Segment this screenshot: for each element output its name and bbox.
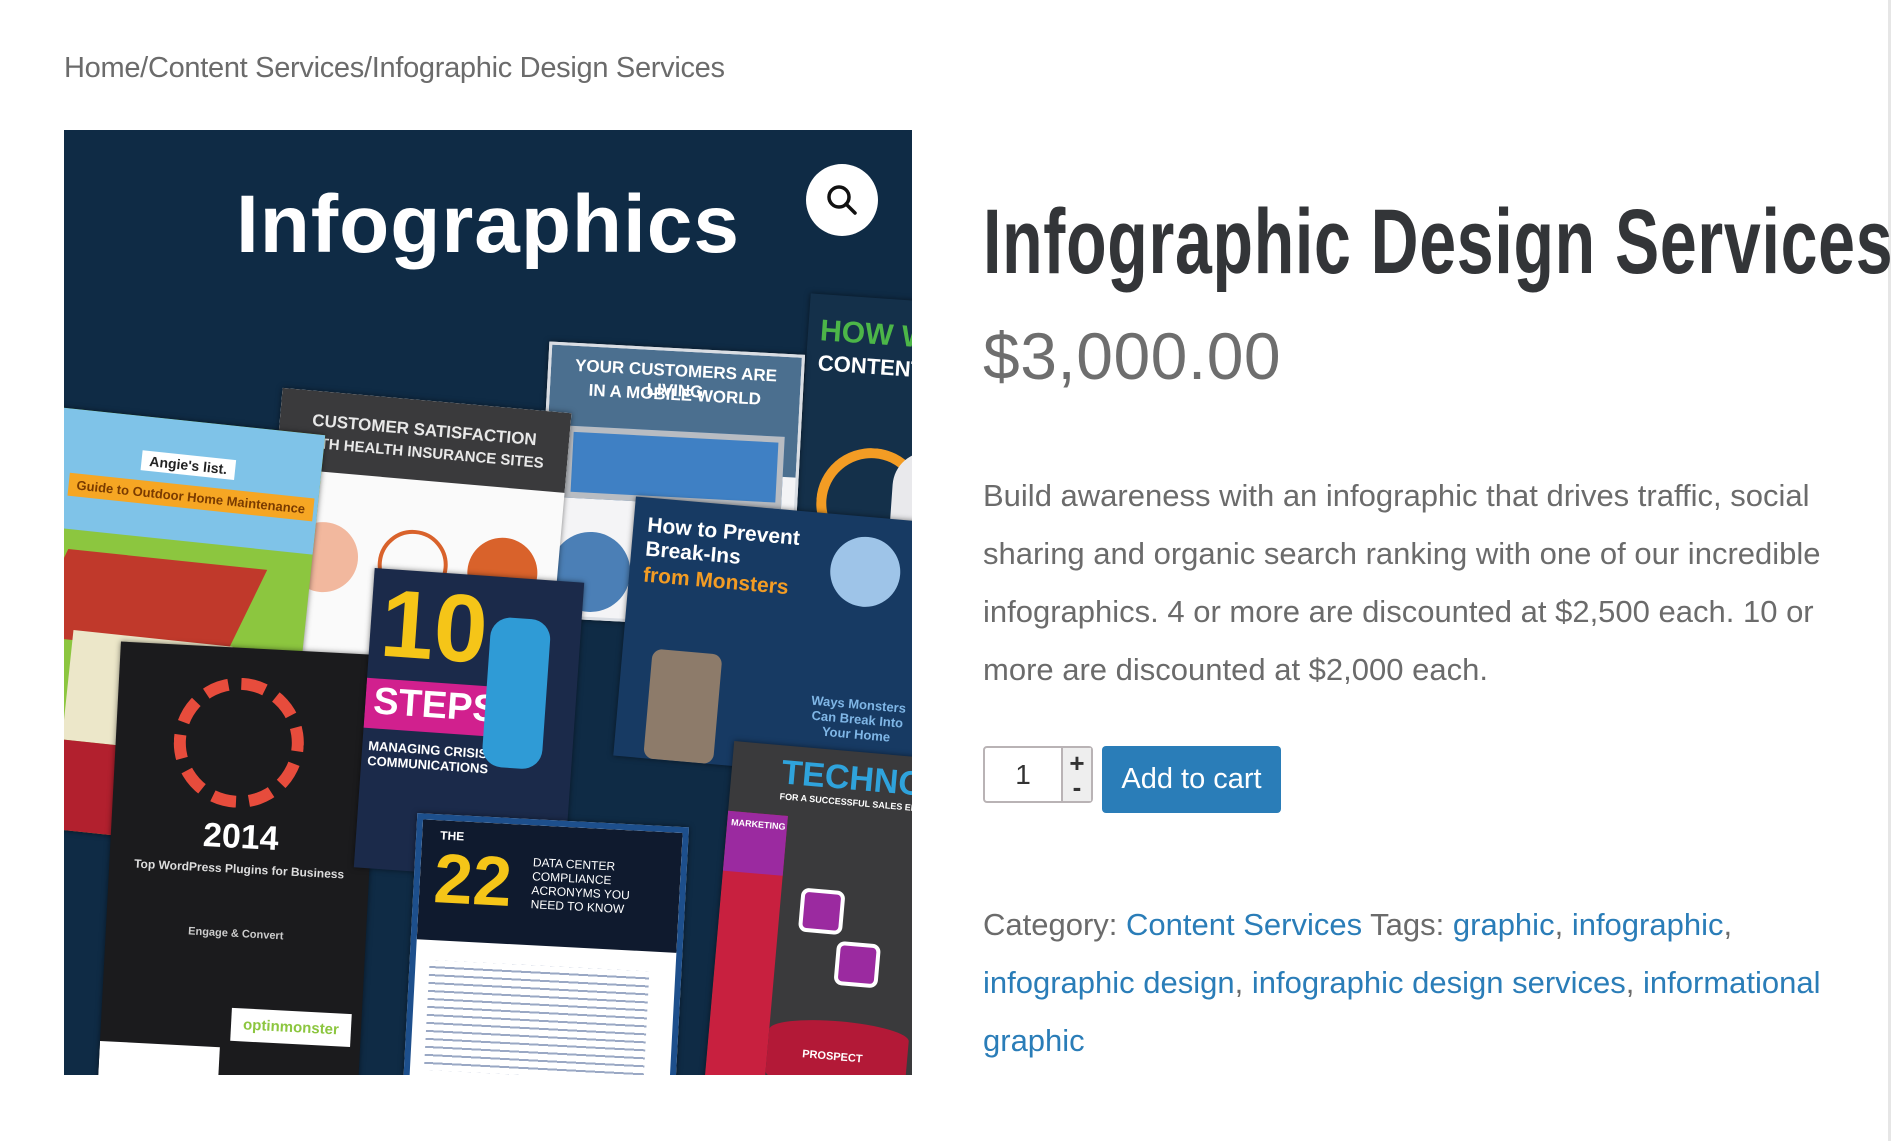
tag-link[interactable]: infographic xyxy=(1572,907,1724,942)
tag-link[interactable]: infographic design xyxy=(983,965,1235,1000)
quantity-step-buttons: + - xyxy=(1061,748,1091,801)
tag-link[interactable]: graphic xyxy=(1453,907,1555,942)
product-title: Infographic Design Services xyxy=(983,190,1891,293)
card-title: 22 xyxy=(431,839,514,922)
collage-card-data-center: THE 22 DATA CENTER COMPLIANCE ACRONYMS Y… xyxy=(401,813,689,1075)
breadcrumb-current: Infographic Design Services xyxy=(371,52,725,84)
product-description: Build awareness with an infographic that… xyxy=(983,478,1821,687)
collage-card-wordpress-2014: 2014 Top WordPress Plugins for Business … xyxy=(97,641,381,1075)
card-subtitle: CONTENT FR xyxy=(817,350,912,385)
gallery-heading: Infographics xyxy=(235,179,741,270)
card-caption: Engage & Convert xyxy=(187,925,284,943)
tag-link[interactable]: infographic design services xyxy=(1252,965,1626,1000)
tag-separator: , xyxy=(1554,907,1572,942)
add-to-cart-button[interactable]: Add to cart xyxy=(1102,746,1281,813)
quantity-input[interactable] xyxy=(985,748,1061,801)
category-label: Category: xyxy=(983,907,1118,942)
breadcrumb-separator: / xyxy=(140,52,148,84)
collage-card-monsters: How to Prevent Break-Ins from Monsters W… xyxy=(613,496,912,784)
monster-graphic xyxy=(643,648,723,765)
card-subtitle: DATA CENTER COMPLIANCE ACRONYMS YOU NEED… xyxy=(530,855,631,917)
tags-label: Tags: xyxy=(1370,907,1445,942)
product-meta: Category: Content Services Tags: graphic… xyxy=(983,896,1853,1070)
product-price: $3,000.00 xyxy=(983,319,1282,393)
card-subtitle: STEPS xyxy=(371,680,500,731)
tag-separator: , xyxy=(1723,907,1733,942)
card-title: 2014 xyxy=(202,816,280,859)
quantity-stepper: + - xyxy=(983,746,1093,803)
breadcrumb-home[interactable]: Home xyxy=(64,52,140,84)
breadcrumb: Home/Content Services/Infographic Design… xyxy=(64,52,725,85)
text-block-graphic xyxy=(423,959,650,1075)
magnifier-icon xyxy=(827,185,857,215)
breadcrumb-content-services[interactable]: Content Services xyxy=(148,52,364,84)
moon-graphic xyxy=(827,533,904,610)
white-panel-graphic xyxy=(97,1040,220,1075)
superhero-graphic xyxy=(481,616,552,771)
decrement-button[interactable]: - xyxy=(1073,774,1082,800)
increment-button[interactable]: + xyxy=(1069,750,1084,776)
wordpress-logo-graphic xyxy=(170,674,308,812)
breadcrumb-separator: / xyxy=(363,52,372,84)
card-title: 10 xyxy=(377,569,492,684)
product-image-gallery[interactable]: HOW WE CONTENT FR YOUR CUSTOMERS ARE LIV… xyxy=(64,130,912,1075)
tag-separator: , xyxy=(1625,965,1644,1000)
card-caption: Ways Monsters Can Break Into Your Home xyxy=(810,692,907,745)
collage-card-technology: TECHNOLOG FOR A SUCCESSFUL SALES ENABLEM… xyxy=(704,741,912,1075)
category-link[interactable]: Content Services xyxy=(1126,907,1362,942)
tablet-map-graphic xyxy=(564,425,785,509)
tag-separator: , xyxy=(1234,965,1252,1000)
zoom-image-button[interactable] xyxy=(806,164,878,236)
card-brand: optinmonster xyxy=(230,1007,352,1048)
